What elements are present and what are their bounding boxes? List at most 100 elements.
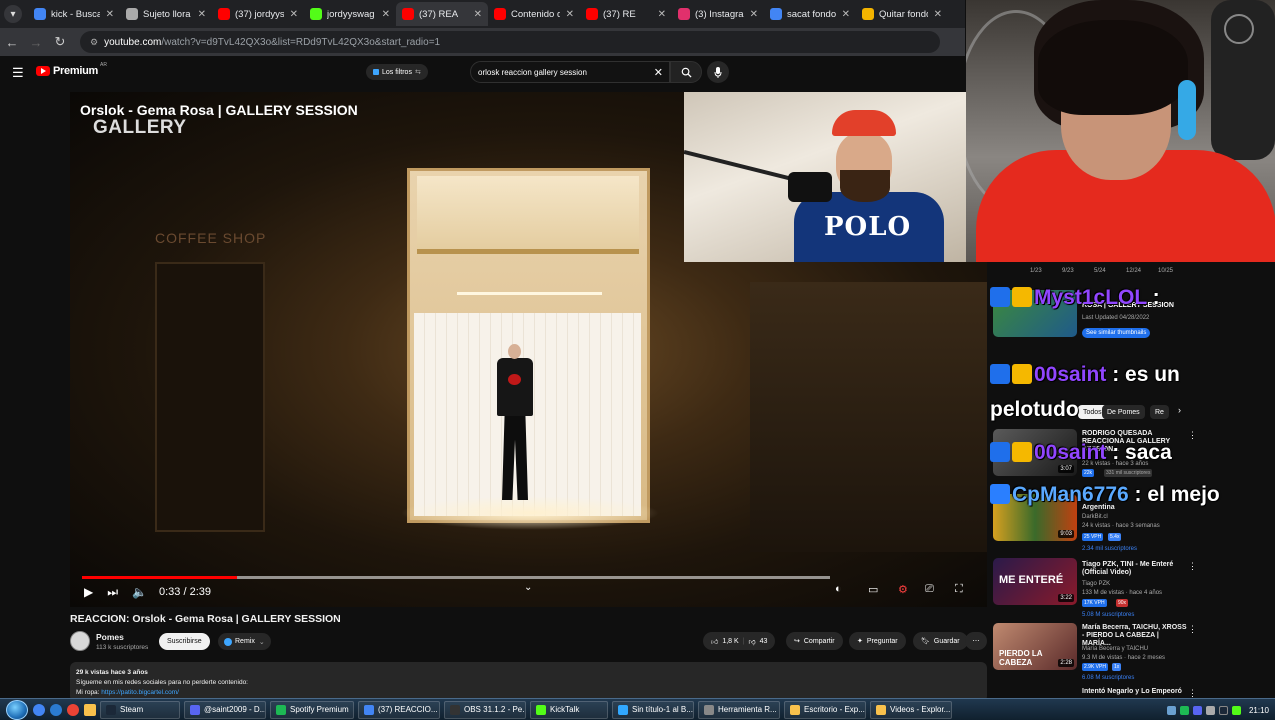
remix-button[interactable]: Remix ⌄ (218, 633, 271, 650)
progress-bar[interactable] (82, 576, 830, 579)
tab-close-icon[interactable]: ✕ (382, 9, 390, 20)
search-button[interactable] (670, 61, 702, 83)
taskbar-button[interactable]: Spotify Premium (270, 700, 354, 719)
start-button[interactable] (6, 699, 28, 720)
next-icon[interactable]: ⏭ (107, 585, 118, 600)
video-subs: 5.08 M suscriptores (1082, 612, 1135, 618)
tab-close-icon[interactable]: ✕ (658, 9, 666, 20)
tray-network-icon[interactable] (1166, 705, 1176, 715)
video-title[interactable]: Intentó Negarlo y Lo Empeoró (1082, 688, 1182, 696)
subtitles-icon[interactable]: ▭ (868, 583, 878, 596)
browser-tab[interactable]: (3) Instagram ✕ (672, 2, 764, 26)
tab-close-icon[interactable]: ✕ (750, 9, 758, 20)
taskbar-button[interactable]: @saint2009 - D... (184, 700, 266, 719)
ask-button[interactable]: ✦ Preguntar (849, 632, 906, 650)
video-menu-icon[interactable]: ⋮ (1188, 561, 1197, 572)
video-channel[interactable]: María Becerra y TAICHU (1082, 645, 1148, 653)
browser-tab[interactable]: jordyyswag ✕ (304, 2, 396, 26)
forward-icon[interactable]: → (24, 35, 48, 50)
channel-avatar[interactable] (70, 631, 90, 651)
tray-volume-icon[interactable] (1205, 705, 1215, 715)
menu-icon[interactable]: ☰ (12, 65, 24, 81)
tab-close-icon[interactable]: ✕ (198, 9, 206, 20)
site-info-icon[interactable]: ⚙ (90, 37, 98, 48)
volume-icon[interactable]: 🔈 (132, 585, 147, 599)
taskbar-button[interactable]: KickTalk (530, 700, 608, 719)
reload-icon[interactable]: ↻ (48, 34, 72, 50)
back-icon[interactable]: ← (0, 35, 24, 50)
channel-name[interactable]: Pomes (96, 632, 124, 642)
similar-thumbnails-button[interactable]: See similar thumbnails (1082, 328, 1151, 338)
tray-steam-icon[interactable] (1218, 705, 1228, 715)
video-channel[interactable]: DarkBit.cl (1082, 513, 1108, 521)
browser-tab[interactable]: Contenido d ✕ (488, 2, 580, 26)
chat-username[interactable]: CpMan6776 (1012, 483, 1129, 506)
save-button[interactable]: 🔖︎ Guardar (913, 632, 968, 650)
thumbs-down-icon[interactable]: 👎︎ (749, 637, 756, 646)
play-icon[interactable]: ▶ (84, 585, 93, 599)
chat-username[interactable]: 00saint (1034, 363, 1106, 386)
chat-username[interactable]: Myst1cLOL (1034, 286, 1147, 309)
video-channel[interactable]: Tiago PZK (1082, 580, 1110, 588)
cast-icon[interactable]: ⎚ (925, 583, 934, 596)
browser-tab[interactable]: kick - Buscar ✕ (28, 2, 120, 26)
like-button[interactable]: 👍︎ 1,8 K | 👎︎ 43 (703, 632, 776, 650)
clear-search-icon[interactable]: ✕ (654, 66, 663, 79)
filters-chip[interactable]: Los filtros ⇆ (366, 64, 428, 80)
autoplay-toggle[interactable]: ◐ (835, 583, 842, 595)
youtube-logo[interactable]: Premium AR (36, 62, 107, 77)
chrome-icon[interactable] (67, 703, 79, 716)
subscribe-button[interactable]: Suscribirse (159, 633, 210, 650)
tab-close-icon[interactable]: ✕ (106, 9, 114, 20)
browser-tab[interactable]: sacat fondo ✕ (764, 2, 856, 26)
browser-tab[interactable]: (37) jordyys ✕ (212, 2, 304, 26)
video-menu-icon[interactable]: ⋮ (1188, 430, 1197, 441)
chips-next-icon[interactable]: › (1178, 405, 1181, 415)
more-actions-button[interactable]: ⋯ (965, 632, 987, 650)
taskbar-clock[interactable]: 21:10 (1249, 706, 1269, 715)
fullscreen-icon[interactable]: ⛶ (955, 583, 963, 596)
tab-close-icon[interactable]: ✕ (474, 9, 482, 20)
player-overlay-title[interactable]: Orslok - Gema Rosa | GALLERY SESSION (80, 102, 358, 118)
browser-tab[interactable]: Sujeto llora ✕ (120, 2, 212, 26)
video-thumbnail[interactable]: ME ENTERÉ 3:22 (993, 558, 1077, 605)
chip-de-pomes[interactable]: De Pomes (1102, 405, 1145, 419)
browser-tab[interactable]: (37) RE ✕ (580, 2, 672, 26)
tab-close-icon[interactable]: ✕ (566, 9, 574, 20)
video-menu-icon[interactable]: ⋮ (1188, 624, 1197, 635)
chevron-down-icon[interactable]: ⌄ (524, 582, 532, 593)
description-box[interactable]: 29 k vistas hace 3 años Sígueme en mis r… (70, 662, 987, 702)
browser-tab[interactable]: (37) REA ✕ (396, 2, 488, 26)
address-bar[interactable]: ⚙ youtube.com/watch?v=d9TvL42QX3o&list=R… (80, 31, 940, 53)
taskbar-button[interactable]: (37) REACCIO... (358, 700, 440, 719)
description-link[interactable]: https://patito.bigcartel.com/ (101, 689, 179, 696)
tab-search-icon[interactable]: ▾ (4, 5, 22, 23)
share-button[interactable]: ↪ Compartir (786, 632, 843, 650)
browser-tab[interactable]: Quitar fondo ✕ (856, 2, 948, 26)
tab-close-icon[interactable]: ✕ (290, 9, 298, 20)
taskbar-button[interactable]: Videos - Explor... (870, 700, 952, 719)
tab-close-icon[interactable]: ✕ (934, 9, 942, 20)
voice-search-button[interactable] (707, 61, 729, 83)
taskbar-button[interactable]: OBS 31.1.2 - Pe... (444, 700, 526, 719)
settings-icon[interactable]: ⚙ (898, 583, 908, 596)
folder-icon[interactable] (84, 703, 96, 716)
chat-username[interactable]: 00saint (1034, 441, 1106, 464)
chip-related[interactable]: Re (1150, 405, 1169, 419)
video-title[interactable]: Tiago PZK, TINI - Me Enteré (Official Vi… (1082, 561, 1187, 577)
taskbar-button[interactable]: Escritorio - Exp... (784, 700, 866, 719)
taskbar-button[interactable]: Herramienta R... (698, 700, 780, 719)
video-thumbnail[interactable]: PIERDO LA CABEZA 2:28 (993, 623, 1077, 670)
tray-spotify-icon[interactable] (1179, 705, 1189, 715)
edge-icon[interactable] (33, 703, 45, 716)
chair-logo (1224, 14, 1254, 44)
tab-title: Contenido d (511, 8, 560, 20)
tray-discord-icon[interactable] (1192, 705, 1202, 715)
search-input[interactable]: orlosk reaccion gallery session ✕ (470, 61, 670, 83)
taskbar-button[interactable]: Steam (100, 700, 180, 719)
tray-kick-icon[interactable] (1231, 705, 1241, 715)
video-menu-icon[interactable]: ⋮ (1188, 688, 1197, 698)
ie-icon[interactable] (50, 703, 62, 716)
taskbar-button[interactable]: Sin título-1 al B... (612, 700, 694, 719)
tab-close-icon[interactable]: ✕ (842, 9, 850, 20)
